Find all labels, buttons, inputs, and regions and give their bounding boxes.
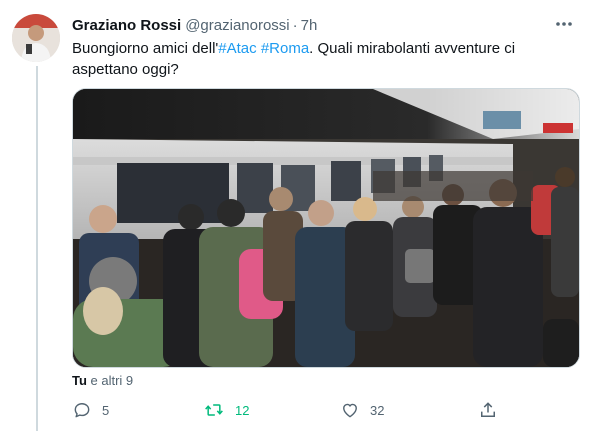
thread-line — [36, 66, 38, 431]
tweet-header: Graziano Rossi @grazianorossi · 7h — [72, 14, 580, 36]
more-icon — [556, 22, 572, 26]
reply-button[interactable]: 5 — [72, 398, 109, 422]
more-button[interactable] — [552, 12, 576, 36]
separator: · — [292, 16, 298, 34]
tweet-actions: 5 12 32 — [72, 398, 522, 422]
tweet-time[interactable]: 7h — [301, 17, 318, 34]
like-count: 32 — [370, 402, 385, 418]
like-button[interactable]: 32 — [340, 398, 384, 422]
liked-by[interactable]: Tu e altri 9 — [72, 373, 133, 388]
tweet-photo[interactable] — [72, 88, 580, 368]
avatar[interactable] — [12, 14, 60, 62]
retweet-count: 12 — [235, 402, 250, 418]
author-handle[interactable]: @grazianorossi — [185, 17, 289, 34]
liked-by-others: e altri 9 — [86, 373, 134, 388]
author-name[interactable]: Graziano Rossi — [72, 17, 181, 34]
retweet-icon — [205, 404, 223, 416]
tweet-text-part: Buongiorno amici dell' — [72, 40, 219, 57]
crowded-platform-photo — [73, 89, 579, 367]
liked-by-you: Tu — [72, 373, 87, 388]
hashtag-atac[interactable]: #Atac — [218, 40, 256, 57]
reply-count: 5 — [102, 402, 110, 418]
retweet-button[interactable]: 12 — [203, 398, 249, 422]
hashtag-roma[interactable]: #Roma — [261, 40, 309, 57]
tweet-text: Buongiorno amici dell'#Atac #Roma. Quali… — [72, 38, 572, 80]
reply-icon — [74, 403, 90, 418]
share-icon — [481, 402, 495, 417]
share-button[interactable] — [478, 398, 498, 422]
heart-icon — [343, 403, 357, 418]
